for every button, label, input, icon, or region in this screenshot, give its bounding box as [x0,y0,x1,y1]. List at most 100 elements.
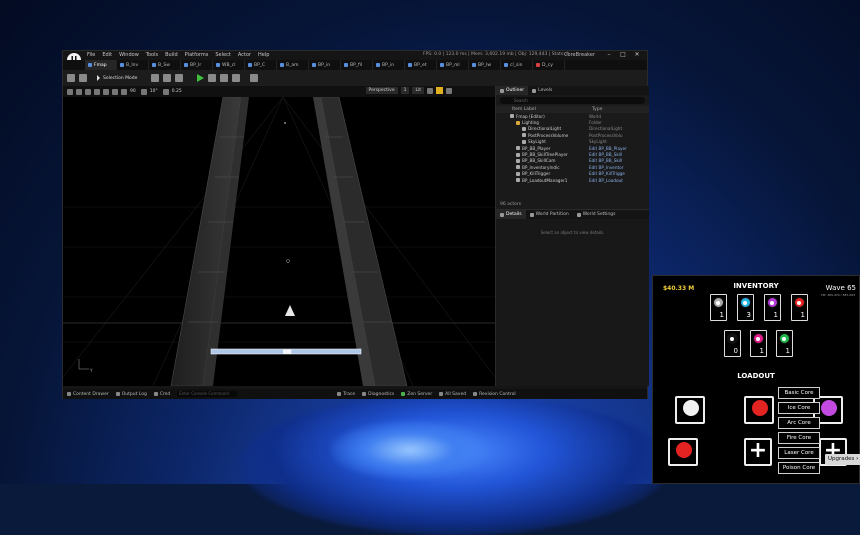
console-command-input[interactable]: Enter Console Command [177,391,238,397]
tab-doc[interactable]: BP_fil [341,60,373,70]
tab-world-settings[interactable]: World Settings [573,210,620,219]
translate-icon[interactable] [76,88,82,95]
menu-actor[interactable]: Actor [238,52,251,58]
player-start-icon[interactable] [285,305,295,316]
step-icon[interactable] [208,74,217,82]
tab-doc[interactable]: B_Sw [149,60,181,70]
light-marker-icon[interactable] [284,122,286,124]
grid-snap-value[interactable]: 90 [130,89,136,94]
core-option-basic[interactable]: Basic Core [778,387,820,399]
play-icon[interactable] [197,74,205,82]
window-controls: – □ ✕ [602,51,644,58]
menu-platforms[interactable]: Platforms [185,52,209,58]
core-option-poison[interactable]: Poison Core [778,462,820,474]
camera-speed[interactable]: 1 [400,87,410,94]
maximize-icon[interactable]: □ [616,51,630,58]
add-slot-button[interactable]: + [744,438,772,466]
menu-edit[interactable]: Edit [102,52,112,58]
tab-levels[interactable]: Levels [528,86,556,95]
cinematics-icon[interactable] [175,74,184,82]
viewport-layout-icon[interactable] [446,87,452,94]
content-drawer-button[interactable]: Content Drawer [67,392,109,397]
cmd-dropdown[interactable]: Cmd [153,392,170,397]
outliner-row[interactable]: BP_LoadoutManager1 Edit BP_Loadout [496,177,649,183]
close-icon[interactable]: ✕ [630,51,644,58]
menu-select[interactable]: Select [215,52,230,58]
inventory-slot[interactable]: 1 [750,330,767,357]
selection-mode-dropdown[interactable]: Selection Mode [97,75,137,81]
tab-doc[interactable]: B_am [277,60,309,70]
content-browser-icon[interactable] [79,74,87,82]
core-option-ice[interactable]: Ice Core [778,402,820,414]
tab-doc[interactable]: cl_sin [501,60,533,70]
loadout-slot-white[interactable] [675,396,705,424]
tab-doc[interactable]: BP_ml [437,60,469,70]
menu-help[interactable]: Help [258,52,269,58]
play-options-icon[interactable] [232,74,241,82]
core-option-laser[interactable]: Laser Core [778,447,820,459]
rotation-snap-value[interactable]: 10° [150,89,158,94]
diagnostics-button[interactable]: Diagnostics [362,392,394,397]
outliner-search-input[interactable]: Search [500,97,645,104]
output-log-button[interactable]: Output Log [115,392,147,397]
lit-mode-dropdown[interactable]: Lit [412,87,424,94]
upgrades-button[interactable]: Upgrades › [825,454,860,465]
tab-doc[interactable]: B_Inv [117,60,149,70]
blueprint-menu-icon[interactable] [163,74,172,82]
tab-doc[interactable]: BP_et [405,60,437,70]
menu-window[interactable]: Window [119,52,139,58]
grid-snap-icon[interactable] [121,88,127,95]
save-icon[interactable] [67,74,75,82]
tab-doc[interactable]: BP_Iw [469,60,501,70]
tab-doc[interactable]: BP_Ir [181,60,213,70]
stop-icon[interactable] [220,74,229,82]
trace-icon [337,392,342,396]
outliner-row[interactable]: BP_BB_Player Edit BP_BB_Player [496,145,649,151]
loadout-slot-red-2[interactable] [744,396,774,424]
tab-details[interactable]: Details [496,210,526,219]
realtime-toggle-icon[interactable] [436,87,443,94]
level-viewport[interactable]: 90 10° 0.25 Perspective 1 Lit ▓▓▓ Y [63,86,495,386]
menu-file[interactable]: File [87,52,95,58]
rotation-snap-icon[interactable] [140,88,147,95]
inventory-slot[interactable]: 1 [764,294,781,321]
add-actor-icon[interactable] [151,74,160,82]
perspective-dropdown[interactable]: Perspective [365,87,398,94]
zen-server-button[interactable]: Zen Server [401,392,432,397]
viewport-menu-icon[interactable] [67,88,73,95]
inventory-slot[interactable]: 1 [791,294,808,321]
core-option-fire[interactable]: Fire Core [778,432,820,444]
rotate-icon[interactable] [85,88,91,95]
actor-marker-icon[interactable] [286,259,290,263]
col-item-label[interactable]: Item Label [512,107,592,112]
inventory-slot[interactable]: 0 [724,330,741,357]
tab-doc[interactable]: D_cy [533,60,565,70]
surface-snap-icon[interactable] [112,88,118,95]
minimize-icon[interactable]: – [602,51,616,58]
core-option-arc[interactable]: Arc Core [778,417,820,429]
menu-tools[interactable]: Tools [146,52,158,58]
tab-doc[interactable]: BP_in [373,60,405,70]
tab-world-partition[interactable]: World Partition [526,210,573,219]
blueprint-icon [440,63,444,67]
tab-doc[interactable]: BP_in [309,60,341,70]
tab-doc[interactable]: BP_C [245,60,277,70]
all-saved-button[interactable]: All Saved [439,392,466,397]
scale-snap-value[interactable]: 0.25 [172,89,182,94]
tab-outliner[interactable]: Outliner [496,86,529,95]
inventory-slot[interactable]: 1 [776,330,793,357]
world-local-icon[interactable] [103,88,109,95]
inventory-slot[interactable]: 1 [710,294,727,321]
loadout-slot-red[interactable] [668,438,698,466]
trace-button[interactable]: Trace [337,392,355,397]
col-type[interactable]: Type [592,107,602,112]
scale-snap-icon[interactable] [162,88,169,95]
menu-build[interactable]: Build [165,52,178,58]
platforms-icon[interactable] [250,74,259,82]
scale-icon[interactable] [94,88,100,95]
inventory-slot[interactable]: 3 [737,294,754,321]
tab-doc[interactable]: WB_cl [213,60,245,70]
show-flags-icon[interactable] [427,87,433,94]
revision-control-button[interactable]: Revision Control [473,392,516,397]
tab-fmap[interactable]: Fmap [85,60,117,70]
